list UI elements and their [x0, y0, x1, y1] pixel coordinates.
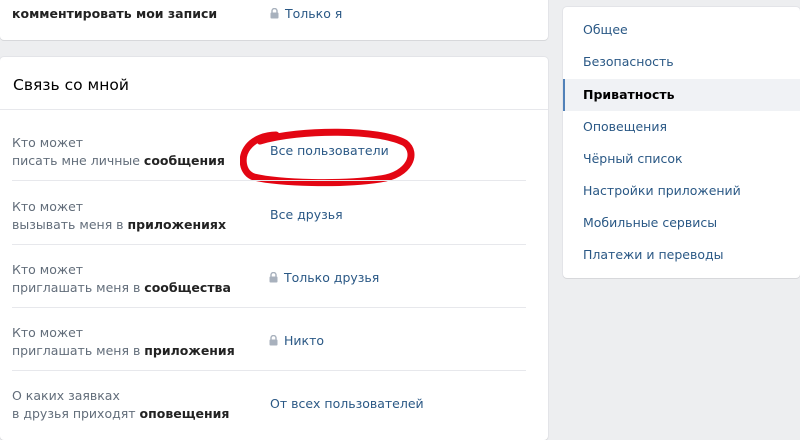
setting-value-comment[interactable]: Только я [270, 6, 342, 22]
nav-item-security[interactable]: Безопасность [563, 46, 800, 78]
setting-row-app-invites: Кто может приглашать меня в приложения Н… [0, 307, 548, 371]
setting-row-friend-requests: О каких заявках в друзья приходят оповещ… [0, 370, 548, 434]
setting-label: Кто может писать мне личные сообщения [12, 135, 225, 168]
contact-settings-card: Связь со мной Кто может писать мне личны… [0, 57, 548, 440]
lock-icon [270, 7, 279, 22]
nav-item-mobile-services[interactable]: Мобильные сервисы [563, 207, 800, 239]
section-title: Связь со мной [13, 76, 129, 94]
setting-value-text: Только я [285, 6, 343, 21]
setting-label: О каких заявках в друзья приходят оповещ… [12, 388, 230, 421]
setting-value-app-invites[interactable]: Никто [269, 333, 324, 350]
setting-row-community-invites: Кто может приглашать меня в сообщества Т… [0, 244, 548, 308]
setting-value-app-calls[interactable]: Все друзья [270, 207, 343, 223]
lock-icon [269, 271, 278, 287]
setting-label: Кто может приглашать меня в приложения [12, 325, 235, 358]
setting-label: Кто может приглашать меня в сообщества [12, 262, 231, 295]
setting-row-messages: Кто может писать мне личные сообщения Вс… [0, 117, 548, 181]
setting-row-app-calls: Кто может вызывать меня в приложениях Вс… [0, 181, 548, 245]
setting-label: Кто может вызывать меня в приложениях [12, 199, 227, 232]
nav-item-blacklist[interactable]: Чёрный список [563, 143, 800, 175]
previous-settings-card: комментировать мои записи Только я [0, 0, 548, 40]
setting-value-community-invites[interactable]: Только друзья [269, 270, 379, 287]
nav-item-notifications[interactable]: Оповещения [563, 111, 800, 143]
setting-value-messages[interactable]: Все пользователи [270, 143, 389, 159]
divider [0, 109, 548, 110]
nav-item-payments[interactable]: Платежи и переводы [563, 239, 800, 271]
setting-label-comment: комментировать мои записи [12, 6, 218, 21]
lock-icon [269, 334, 278, 350]
nav-item-general[interactable]: Общее [563, 14, 800, 46]
settings-nav: Общее Безопасность Приватность Оповещени… [563, 7, 800, 278]
setting-value-friend-requests[interactable]: От всех пользователей [270, 396, 424, 412]
nav-item-privacy[interactable]: Приватность [563, 79, 800, 111]
nav-item-app-settings[interactable]: Настройки приложений [563, 175, 800, 207]
